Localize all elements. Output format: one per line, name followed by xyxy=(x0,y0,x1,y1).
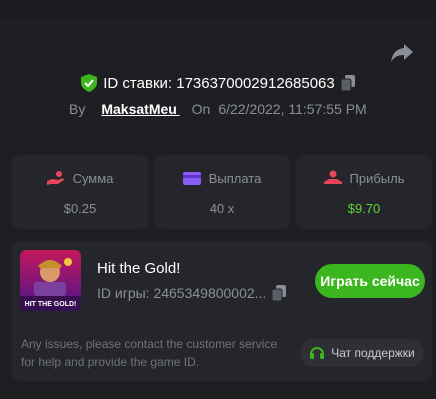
copy-bet-id-icon[interactable] xyxy=(340,75,355,92)
share-icon xyxy=(391,44,413,62)
top-strip xyxy=(0,0,436,18)
share-button[interactable] xyxy=(390,42,414,64)
wallet-icon xyxy=(182,170,201,186)
copy-game-id-icon[interactable] xyxy=(271,285,287,302)
by-label: By xyxy=(69,101,86,117)
stat-label: Прибыль xyxy=(349,170,405,186)
thumb-text: HIT THE GOLD! xyxy=(25,301,77,308)
support-chat-button[interactable]: Чат поддержки xyxy=(300,339,424,367)
stat-label: Выплата xyxy=(208,170,262,186)
stat-card-profit: Прибыль $9.70 xyxy=(296,155,432,229)
game-card: HIT THE GOLD! Hit the Gold! ID игры: 246… xyxy=(12,241,432,381)
bet-meta: By MaksatMeu On 6/22/2022, 11:57:55 PM xyxy=(69,99,367,119)
stat-card-amount: Сумма $0.25 xyxy=(12,155,148,229)
stat-card-payout: Выплата 40 x xyxy=(154,155,290,229)
stat-value: 40 x xyxy=(209,201,235,216)
profit-hand-icon xyxy=(323,170,342,186)
support-note: Any issues, please contact the customer … xyxy=(21,337,278,369)
stat-value: $9.70 xyxy=(347,201,381,216)
bet-id-row: ID ставки: 1736370002912685063 xyxy=(0,72,436,94)
play-now-button[interactable]: Играть сейчас xyxy=(315,264,425,298)
game-title: Hit the Gold! xyxy=(97,260,181,277)
hand-coin-icon xyxy=(46,170,65,186)
bet-timestamp: 6/22/2022, 11:57:55 PM xyxy=(218,101,367,117)
game-thumbnail[interactable]: HIT THE GOLD! xyxy=(20,250,81,311)
stat-label: Сумма xyxy=(72,170,114,186)
on-label: On xyxy=(191,101,211,117)
support-chat-label: Чат поддержки xyxy=(331,346,415,360)
game-id: ID игры: 2465349800002... xyxy=(97,285,267,301)
verified-shield-icon xyxy=(81,74,98,92)
game-id-row: ID игры: 2465349800002... xyxy=(97,285,287,302)
stat-value: $0.25 xyxy=(63,201,97,216)
bet-id: ID ставки: 1736370002912685063 xyxy=(103,74,335,92)
headset-icon xyxy=(309,345,325,361)
username-link[interactable]: MaksatMeu xyxy=(101,101,179,117)
